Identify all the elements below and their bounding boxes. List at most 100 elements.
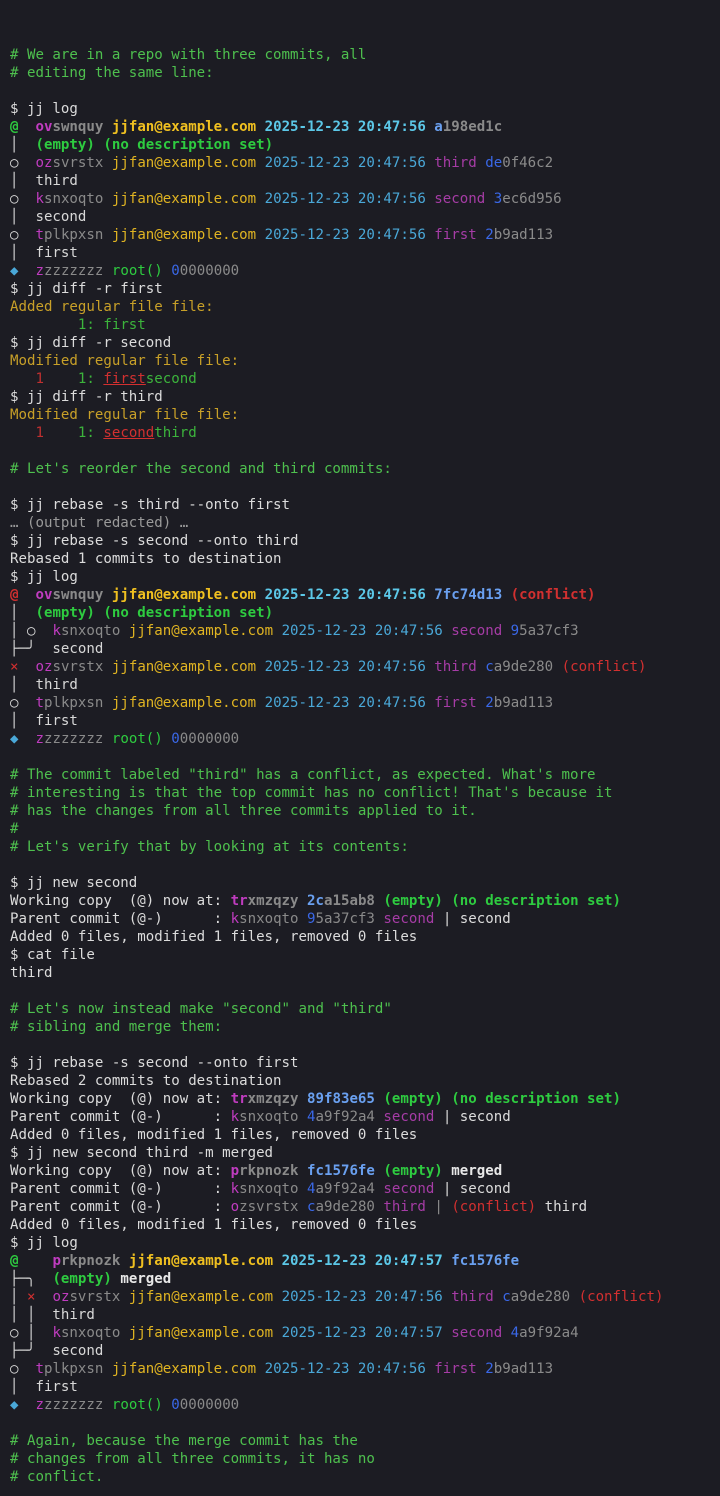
terminal-text: third [434, 155, 486, 171]
terminal-text: jjfan@example.com [128, 1289, 282, 1305]
terminal-text: ○ [10, 191, 36, 207]
terminal-text: (conflict) [561, 659, 647, 675]
terminal-text: xmzqzy [247, 1091, 308, 1107]
terminal-text: fc1576fe [307, 1163, 384, 1179]
terminal-text: k [230, 911, 240, 927]
terminal-text: 2025-12-23 20:47:56 [281, 1289, 452, 1305]
terminal-text: 2025-12-23 20:47:56 [264, 119, 435, 135]
terminal-text: Parent commit (@-) : [10, 1181, 231, 1197]
terminal-text: # changes from all three commits, it has… [10, 1451, 375, 1467]
terminal-text: second [145, 371, 197, 387]
terminal-text: 4 [307, 1109, 316, 1125]
terminal-text: 1: [43, 371, 104, 387]
terminal-text: │ [10, 605, 36, 621]
terminal-text: 2025-12-23 20:47:56 [264, 155, 435, 171]
terminal-line: @ ovswnquy jjfan@example.com 2025-12-23 … [10, 586, 720, 604]
terminal-text: first [434, 695, 486, 711]
terminal-text: k [52, 623, 61, 639]
terminal-text: z [35, 1397, 44, 1413]
terminal-text: @ [10, 119, 36, 135]
terminal-text: Rebased 2 commits to destination [10, 1073, 282, 1089]
terminal-line: Working copy (@) now at: trxmzqzy 89f83e… [10, 1090, 720, 1108]
terminal-text: swnquy [52, 587, 112, 603]
terminal-text: ○ │ [10, 1325, 53, 1341]
terminal-line: ○ tplkpxsn jjfan@example.com 2025-12-23 … [10, 694, 720, 712]
terminal-text: │ [10, 1289, 27, 1305]
terminal-text: $ cat file [10, 947, 95, 963]
terminal-text: z [35, 263, 44, 279]
terminal-text: 9 [510, 623, 520, 639]
terminal-text: snxoqto [239, 911, 308, 927]
terminal-text: (conflict) [451, 1199, 537, 1215]
terminal-text: 4 [510, 1325, 520, 1341]
terminal-line: ◆ zzzzzzzz root() 00000000 [10, 1396, 720, 1414]
terminal-line: Added 0 files, modified 1 files, removed… [10, 928, 720, 946]
terminal-text: second [434, 191, 494, 207]
terminal-text: 1: [43, 425, 104, 441]
terminal-text: rkpnozk [239, 1163, 308, 1179]
terminal-text: a9f92a4 [315, 1109, 384, 1125]
terminal-line: Rebased 2 commits to destination [10, 1072, 720, 1090]
terminal-text: a15ab8 [324, 893, 384, 909]
terminal-text: Parent commit (@-) : [10, 1109, 231, 1125]
terminal-text: 2025-12-23 20:47:56 [264, 227, 435, 243]
terminal-text: 7fc74d13 [434, 587, 511, 603]
terminal-text: third [536, 1199, 588, 1215]
terminal-text: 2025-12-23 20:47:57 [281, 1253, 452, 1269]
terminal-line: ○ │ ksnxoqto jjfan@example.com 2025-12-2… [10, 1324, 720, 1342]
terminal-text: $ jj diff -r second [10, 335, 172, 351]
terminal-text: 2025-12-23 20:47:56 [264, 659, 435, 675]
terminal-line: # interesting is that the top commit has… [10, 784, 720, 802]
terminal-line: Modified regular file file: [10, 352, 720, 370]
terminal-text: 0 [171, 731, 180, 747]
terminal-text: third [10, 965, 53, 981]
terminal-text: $ jj new second third -m merged [10, 1145, 274, 1161]
terminal-text: ec6d956 [502, 191, 562, 207]
terminal-text: zsvrstx [239, 1199, 308, 1215]
terminal-text: │ first [10, 245, 78, 261]
terminal-line: │ first [10, 244, 720, 262]
terminal-text: root() [111, 263, 172, 279]
terminal-text: 1 [10, 371, 44, 387]
terminal-text: | [425, 1199, 452, 1215]
terminal-line: │ second [10, 208, 720, 226]
terminal-text: 0 [171, 263, 180, 279]
terminal-text: svrstx [52, 659, 112, 675]
terminal-line: Added 0 files, modified 1 files, removed… [10, 1216, 720, 1234]
terminal-text: b9ad113 [493, 227, 554, 243]
terminal-text: # Let's now instead make "second" and "t… [10, 1001, 392, 1017]
terminal-line: Parent commit (@-) : ksnxoqto 4a9f92a4 s… [10, 1180, 720, 1198]
terminal-line: @ ovswnquy jjfan@example.com 2025-12-23 … [10, 118, 720, 136]
terminal-text: $ jj diff -r first [10, 281, 163, 297]
terminal-text: jjfan@example.com [111, 659, 265, 675]
terminal-line: Parent commit (@-) : ksnxoqto 95a37cf3 s… [10, 910, 720, 928]
terminal-text: k [35, 191, 44, 207]
terminal-text: merged [451, 1163, 503, 1179]
terminal-line: $ jj diff -r first [10, 280, 720, 298]
terminal-text: $ jj log [10, 1235, 78, 1251]
terminal-line: ○ ozsvrstx jjfan@example.com 2025-12-23 … [10, 154, 720, 172]
terminal-text: second [383, 1181, 435, 1197]
terminal-line: │ first [10, 1378, 720, 1396]
terminal-line: ○ tplkpxsn jjfan@example.com 2025-12-23 … [10, 1360, 720, 1378]
terminal-text: b9ad113 [493, 1361, 554, 1377]
terminal-text: $ jj log [10, 101, 78, 117]
terminal-line: $ cat file [10, 946, 720, 964]
terminal-text: 5a37cf3 [519, 623, 579, 639]
terminal-text: o [230, 1199, 240, 1215]
terminal-text: Added 0 files, modified 1 files, removed… [10, 929, 418, 945]
terminal-text: t [35, 695, 44, 711]
terminal-output: # We are in a repo with three commits, a… [10, 28, 720, 1486]
terminal-line: Modified regular file file: [10, 406, 720, 424]
terminal-text: fc1576fe [451, 1253, 520, 1269]
terminal-text: k [230, 1109, 240, 1125]
terminal-text: p [230, 1163, 240, 1179]
terminal-line: # Let's now instead make "second" and "t… [10, 1000, 720, 1018]
terminal-text: # The commit labeled "third" has a confl… [10, 767, 596, 783]
terminal-text: | second [434, 1109, 511, 1125]
terminal-text: | second [434, 911, 511, 927]
terminal-text: × [26, 1289, 53, 1305]
terminal-text: ov [35, 119, 53, 135]
